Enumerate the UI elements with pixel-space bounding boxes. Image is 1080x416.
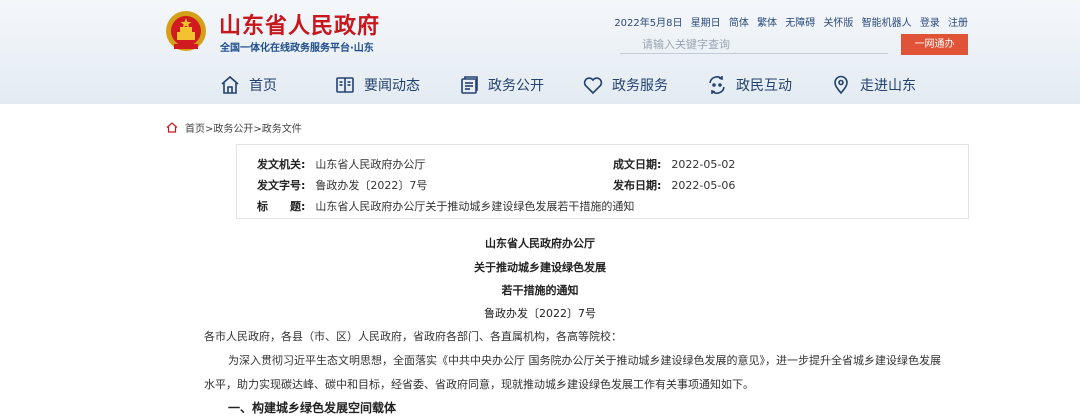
register-link[interactable]: 注册 — [948, 18, 968, 29]
title-row: 标 题: 山东省人民政府办公厅关于推动城乡建设绿色发展若干措施的通知 — [257, 198, 634, 214]
created-date-label: 成文日期: — [613, 158, 662, 171]
nav-explore-shandong[interactable]: 走进山东 — [830, 72, 916, 98]
care-mode-link[interactable]: 关怀版 — [823, 18, 853, 29]
location-icon — [834, 75, 848, 95]
site-subtitle: 全国一体化在线政务服务平台·山东 — [220, 43, 374, 54]
breadcrumb-path[interactable]: 首页>政务公开>政务文件 — [185, 120, 302, 135]
breadcrumb: 首页>政务公开>政务文件 — [166, 120, 302, 135]
nav-public-interaction[interactable]: 政民互动 — [706, 72, 792, 98]
nav-label: 政民互动 — [736, 78, 792, 94]
published-date-value: 2022-05-06 — [671, 179, 736, 192]
document-icon — [461, 76, 478, 94]
issuer-value: 山东省人民政府办公厅 — [315, 158, 426, 171]
main-nav: 首页 要闻动态 政务公开 政务服务 政民互动 走进山东 — [0, 66, 1080, 104]
title-value: 山东省人民政府办公厅关于推动城乡建设绿色发展若干措施的通知 — [315, 200, 635, 213]
doc-heading-title-line1: 关于推动城乡建设绿色发展 — [474, 261, 606, 274]
created-date-row: 成文日期: 2022-05-02 — [613, 156, 735, 172]
document-info-panel: 发文机关: 山东省人民政府办公厅 成文日期: 2022-05-02 发文字号: 鲁政办… — [236, 144, 969, 219]
issuer-label: 发文机关: — [257, 158, 306, 171]
login-link[interactable]: 登录 — [920, 18, 940, 29]
nav-label: 首页 — [249, 78, 277, 94]
doc-heading-issuer: 山东省人民政府办公厅 — [485, 237, 595, 250]
current-weekday: 星期日 — [690, 18, 721, 29]
addressee: 各市人民政府，各县（市、区）人民政府，省政府各部门、各直属机构，各高等院校： — [204, 330, 622, 343]
site-header: 山东省人民政府 全国一体化在线政务服务平台·山东 2022年5月8日 星期日 简… — [0, 0, 1080, 104]
nav-label: 政务服务 — [612, 78, 668, 94]
national-emblem-icon — [166, 11, 206, 51]
nav-label: 走进山东 — [860, 78, 916, 94]
title-label: 标 题: — [257, 200, 306, 213]
body-paragraph-line1: 为深入贯彻习近平生态文明思想，全面落实《中共中央办公厅 国务院办公厅关于推动城乡… — [228, 354, 941, 367]
nav-label: 政务公开 — [488, 78, 544, 94]
doc-number-label: 发文字号: — [257, 179, 306, 192]
simplified-chinese-link[interactable]: 简体 — [729, 18, 749, 29]
nav-home[interactable]: 首页 — [219, 72, 277, 98]
published-date-label: 发布日期: — [613, 179, 662, 192]
doc-number-row: 发文字号: 鲁政办发〔2022〕7号 — [257, 177, 427, 193]
published-date-row: 发布日期: 2022-05-06 — [613, 177, 735, 193]
nav-label: 要闻动态 — [364, 78, 420, 94]
current-date: 2022年5月8日 — [614, 18, 683, 29]
traditional-chinese-link[interactable]: 繁体 — [757, 18, 777, 29]
one-stop-service-button[interactable]: 一网通办 — [901, 34, 968, 55]
heart-icon — [583, 77, 603, 95]
doc-number: 鲁政办发〔2022〕7号 — [484, 307, 596, 320]
nav-government-affairs[interactable]: 政务公开 — [458, 72, 544, 98]
site-title[interactable]: 山东省人民政府 — [219, 8, 380, 40]
news-icon — [336, 77, 354, 93]
search-input[interactable] — [620, 35, 888, 54]
issuer-row: 发文机关: 山东省人民政府办公厅 — [257, 156, 425, 172]
nav-news[interactable]: 要闻动态 — [334, 72, 420, 98]
home-icon — [221, 75, 239, 94]
body-paragraph-line2: 水平，助力实现碳达峰、碳中和目标，经省委、省政府同意，现就推动城乡建设绿色发展工… — [204, 378, 754, 391]
accessibility-link[interactable]: 无障碍 — [785, 18, 815, 29]
smart-robot-link[interactable]: 智能机器人 — [862, 18, 912, 29]
created-date-value: 2022-05-02 — [671, 158, 736, 171]
top-utility-bar: 2022年5月8日 星期日 简体 繁体 无障碍 关怀版 智能机器人 登录 注册 — [609, 14, 968, 29]
doc-heading-title-line2: 若干措施的通知 — [501, 284, 579, 297]
interaction-icon — [709, 76, 725, 94]
home-icon[interactable] — [166, 122, 178, 133]
section-heading: 一、构建城乡绿色发展空间载体 — [228, 401, 397, 415]
doc-number-value: 鲁政办发〔2022〕7号 — [315, 179, 428, 192]
nav-government-services[interactable]: 政务服务 — [582, 72, 668, 98]
